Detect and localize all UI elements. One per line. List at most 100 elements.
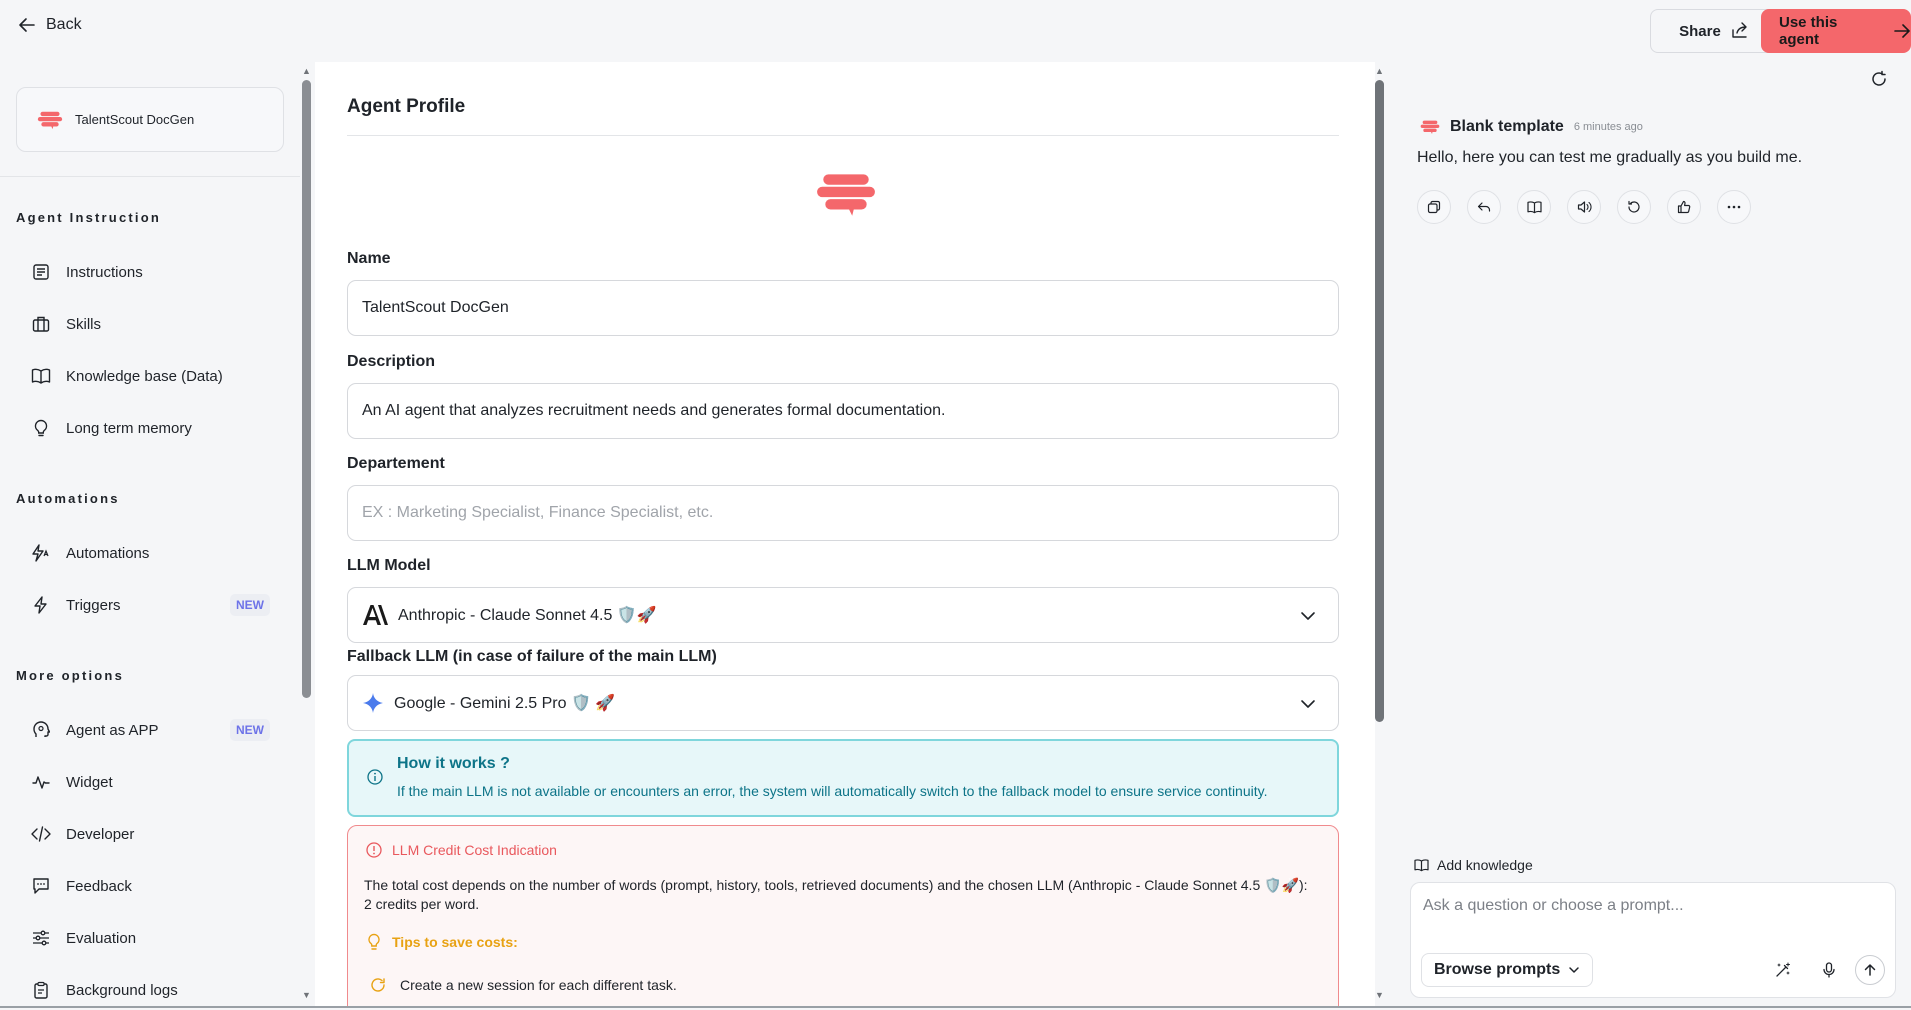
sidebar-scrollbar[interactable] (302, 80, 311, 698)
add-knowledge-button[interactable]: Add knowledge (1414, 857, 1533, 873)
sidebar-item-label: Feedback (66, 877, 132, 895)
fallback-llm-select[interactable]: Google - Gemini 2.5 Pro 🛡️ 🚀 (347, 675, 1339, 731)
title-divider (347, 135, 1339, 136)
chevron-down-icon (1568, 964, 1580, 976)
refresh-tip-icon (370, 977, 386, 993)
more-button[interactable] (1717, 190, 1751, 224)
message-header: Blank template 6 minutes ago (1420, 118, 1643, 136)
head-icon (30, 719, 52, 741)
cost-text: The total cost depends on the number of … (364, 877, 1308, 912)
fallback-llm-value: Google - Gemini 2.5 Pro 🛡️ 🚀 (394, 695, 616, 712)
sidebar-item-label: Knowledge base (Data) (66, 367, 223, 385)
sidebar-item-developer[interactable]: Developer (30, 814, 270, 854)
chat-input[interactable] (1423, 897, 1883, 927)
clipboard-icon (30, 979, 52, 1001)
sources-button[interactable] (1517, 190, 1551, 224)
book-icon (1414, 858, 1429, 872)
copy-button[interactable] (1417, 190, 1451, 224)
sidebar-item-label: Background logs (66, 981, 178, 999)
description-input[interactable] (347, 383, 1339, 439)
back-button[interactable]: Back (18, 16, 82, 34)
magic-wand-button[interactable] (1768, 955, 1798, 985)
anthropic-icon (362, 604, 388, 626)
sidebar-item-label: Widget (66, 773, 113, 791)
automation-icon (30, 542, 52, 564)
sidebar-item-label: Evaluation (66, 929, 137, 947)
department-label: Departement (347, 455, 445, 472)
like-button[interactable] (1667, 190, 1701, 224)
agent-logo-icon (37, 110, 63, 130)
sidebar-item-triggers[interactable]: Triggers NEW (30, 585, 270, 625)
description-label: Description (347, 353, 436, 370)
sidebar-item-background-logs[interactable]: Background logs (30, 970, 270, 1010)
sidebar-item-label: Skills (66, 315, 102, 333)
chat-composer: Browse prompts (1410, 882, 1896, 998)
lightbulb-icon (366, 933, 382, 951)
sidebar-item-automations[interactable]: Automations (30, 533, 270, 573)
credit-cost-box: LLM Credit Cost Indication The total cos… (347, 825, 1339, 1008)
sidebar-item-feedback[interactable]: Feedback (30, 866, 270, 906)
scroll-up-arrow[interactable]: ▲ (302, 66, 311, 76)
back-label: Back (46, 16, 82, 33)
regenerate-button[interactable] (1617, 190, 1651, 224)
code-icon (30, 823, 52, 845)
message-actions (1417, 190, 1751, 224)
browse-prompts-button[interactable]: Browse prompts (1421, 953, 1594, 987)
magic-wand-icon (1775, 962, 1791, 978)
refresh-icon[interactable] (1870, 70, 1888, 88)
name-label: Name (347, 250, 391, 267)
info-title: How it works ? (397, 755, 510, 772)
scroll-down-arrow[interactable]: ▼ (1375, 990, 1384, 1000)
sidebar-item-skills[interactable]: Skills (30, 304, 270, 344)
sidebar-divider (0, 176, 300, 177)
fallback-info-box: How it works ? If the main LLM is not av… (347, 739, 1339, 817)
department-input[interactable] (347, 485, 1339, 541)
scroll-down-arrow[interactable]: ▼ (302, 990, 311, 1000)
more-icon (1727, 205, 1741, 209)
microphone-button[interactable] (1814, 955, 1844, 985)
sidebar-item-widget[interactable]: Widget (30, 762, 270, 802)
read-aloud-button[interactable] (1567, 190, 1601, 224)
gemini-icon (362, 692, 384, 714)
sidebar-item-label: Long term memory (66, 419, 192, 437)
sidebar-item-instructions[interactable]: Instructions (30, 252, 270, 292)
sidebar-item-long-term-memory[interactable]: Long term memory (30, 408, 270, 448)
sidebar-item-label: Automations (66, 544, 150, 562)
alert-circle-icon (366, 842, 382, 858)
main-scrollbar[interactable] (1375, 80, 1384, 722)
chat-panel: Blank template 6 minutes ago Hello, here… (1386, 62, 1911, 1008)
book-icon (30, 365, 52, 387)
new-badge: NEW (230, 594, 270, 616)
message-time: 6 minutes ago (1573, 121, 1643, 133)
sidebar-item-label: Developer (66, 825, 135, 843)
add-knowledge-label: Add knowledge (1437, 857, 1533, 873)
name-input[interactable] (347, 280, 1339, 336)
sidebar-item-label: Agent as APP (66, 721, 159, 739)
tips-title: Tips to save costs: (392, 934, 518, 950)
sidebar-item-evaluation[interactable]: Evaluation (30, 918, 270, 958)
browse-prompts-label: Browse prompts (1434, 961, 1561, 978)
sidebar-item-knowledge-base[interactable]: Knowledge base (Data) (30, 356, 270, 396)
use-agent-label: Use this agent (1779, 14, 1838, 48)
llm-model-select[interactable]: Anthropic - Claude Sonnet 4.5 🛡️🚀 (347, 587, 1339, 643)
section-title-agent-instruction: Agent Instruction (16, 210, 162, 225)
book-icon (1526, 200, 1542, 214)
scroll-up-arrow[interactable]: ▲ (1375, 66, 1384, 76)
arrow-right-icon (1893, 22, 1911, 40)
message-author: Blank template (1450, 118, 1564, 135)
sidebar: TalentScout DocGen Agent Instruction Ins… (0, 62, 315, 1008)
use-agent-button[interactable]: Use this agent (1761, 9, 1911, 53)
copy-icon (1427, 200, 1441, 214)
share-button[interactable]: Share (1650, 9, 1778, 53)
speaker-icon (1577, 200, 1592, 214)
send-button[interactable] (1855, 955, 1885, 985)
share-label: Share (1679, 22, 1721, 40)
agent-logo-icon[interactable] (815, 170, 877, 218)
agent-card[interactable]: TalentScout DocGen (16, 87, 284, 152)
agent-name: TalentScout DocGen (75, 112, 195, 127)
fallback-llm-label: Fallback LLM (in case of failure of the … (347, 648, 717, 665)
reply-button[interactable] (1467, 190, 1501, 224)
briefcase-icon (30, 313, 52, 335)
sidebar-item-agent-as-app[interactable]: Agent as APP NEW (30, 710, 270, 750)
share-icon (1731, 22, 1749, 40)
